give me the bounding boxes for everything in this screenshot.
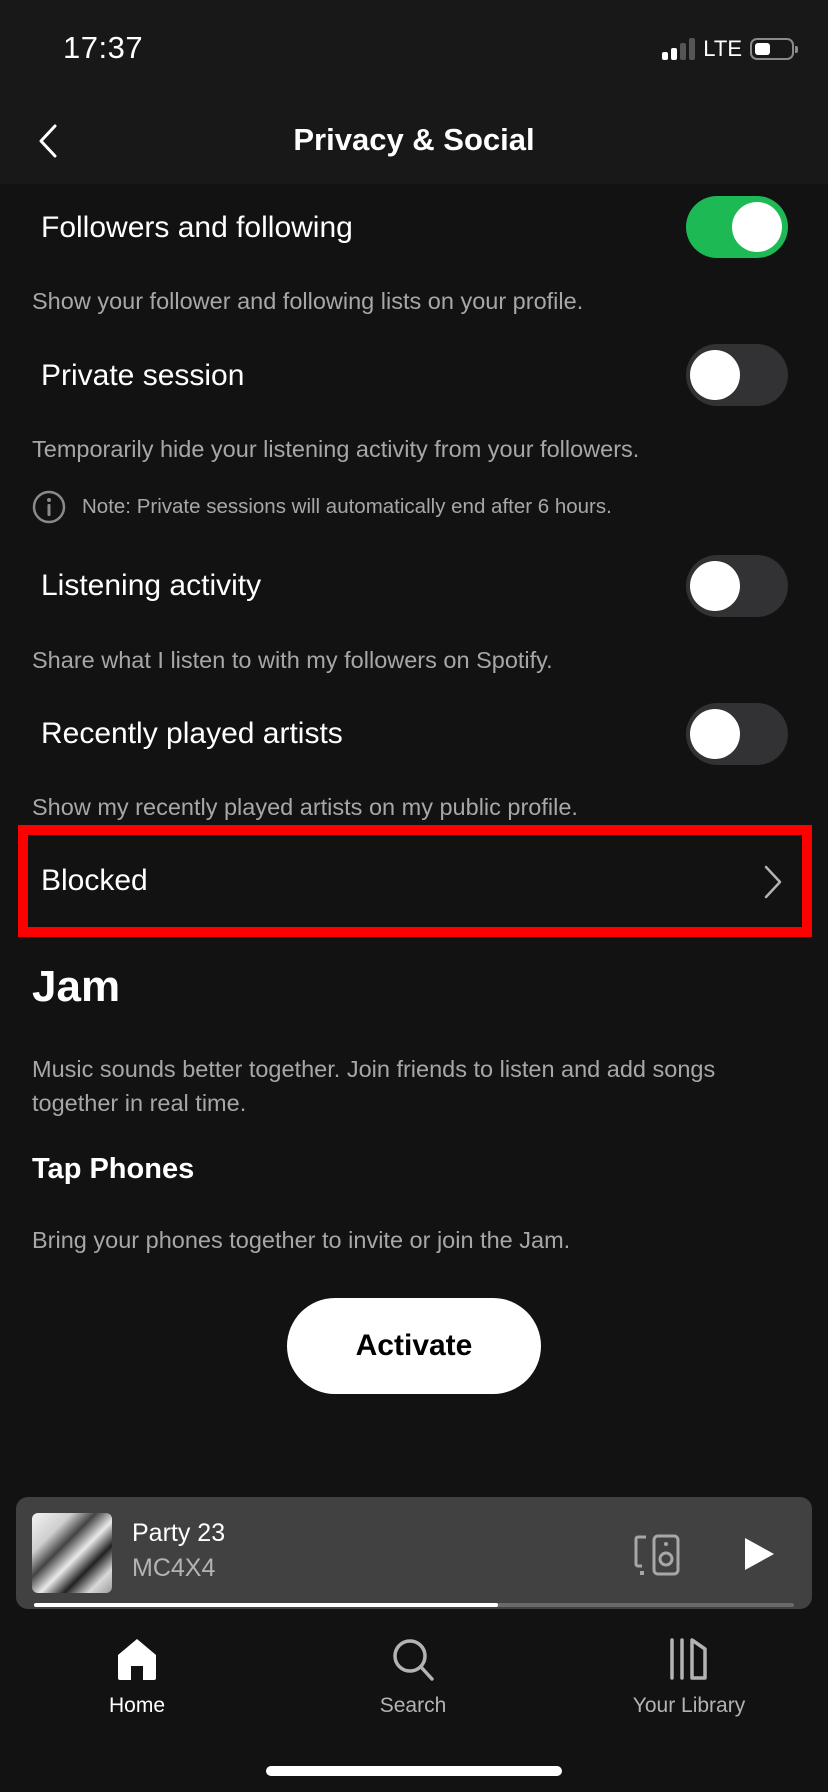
tap-phones-heading: Tap Phones <box>32 1153 195 1185</box>
track-title: Party 23 <box>132 1519 226 1547</box>
toggle-knob <box>690 561 740 611</box>
track-artist: MC4X4 <box>132 1554 216 1582</box>
setting-label-listening-activity: Listening activity <box>41 569 262 602</box>
setting-label-recently-played: Recently played artists <box>41 717 343 750</box>
toggle-followers[interactable] <box>686 196 788 258</box>
play-icon[interactable] <box>742 1536 776 1572</box>
status-icons: LTE <box>662 36 798 62</box>
mini-player[interactable]: Party 23 MC4X4 <box>16 1497 812 1609</box>
setting-label-private-session: Private session <box>41 359 245 392</box>
toggle-knob <box>690 709 740 759</box>
toggle-listening-activity[interactable] <box>686 555 788 617</box>
info-icon <box>32 490 66 524</box>
setting-desc-followers: Show your follower and following lists o… <box>32 288 584 314</box>
playback-progress-bar[interactable] <box>34 1603 794 1607</box>
nav-home[interactable]: Home <box>37 1636 237 1718</box>
private-session-note: Note: Private sessions will automaticall… <box>32 490 612 524</box>
jam-description: Music sounds better together. Join frien… <box>32 1056 716 1116</box>
tap-phones-description: Bring your phones together to invite or … <box>32 1227 571 1253</box>
progress-fill <box>34 1603 498 1607</box>
nav-search-label: Search <box>379 1694 447 1717</box>
setting-label-followers: Followers and following <box>41 211 353 244</box>
network-type: LTE <box>703 36 742 61</box>
home-indicator[interactable] <box>266 1766 562 1776</box>
jam-heading: Jam <box>32 962 121 1011</box>
setting-desc-recently-played: Show my recently played artists on my pu… <box>32 794 578 820</box>
setting-desc-listening-activity: Share what I listen to with my followers… <box>32 647 553 673</box>
blocked-label: Blocked <box>41 864 148 897</box>
toggle-knob <box>690 350 740 400</box>
toggle-recently-played[interactable] <box>686 703 788 765</box>
battery-icon <box>750 38 798 60</box>
nav-library-label: Your Library <box>632 1694 746 1717</box>
page-title: Privacy & Social <box>293 122 535 157</box>
home-icon <box>118 1639 156 1680</box>
signal-icon <box>662 38 696 60</box>
toggle-private-session[interactable] <box>686 344 788 406</box>
library-icon <box>670 1638 707 1680</box>
note-text: Note: Private sessions will automaticall… <box>82 495 612 518</box>
nav-home-label: Home <box>108 1694 166 1717</box>
chevron-right-icon <box>764 865 782 899</box>
setting-desc-private-session: Temporarily hide your listening activity… <box>32 436 640 462</box>
status-time: 17:37 <box>63 30 144 65</box>
toggle-knob <box>732 202 782 252</box>
nav-library[interactable]: Your Library <box>589 1636 789 1718</box>
nav-search[interactable]: Search <box>313 1636 513 1718</box>
connect-device-icon[interactable] <box>634 1534 682 1576</box>
activate-button[interactable]: Activate <box>287 1298 541 1394</box>
search-icon <box>393 1639 434 1681</box>
album-art <box>32 1513 112 1593</box>
